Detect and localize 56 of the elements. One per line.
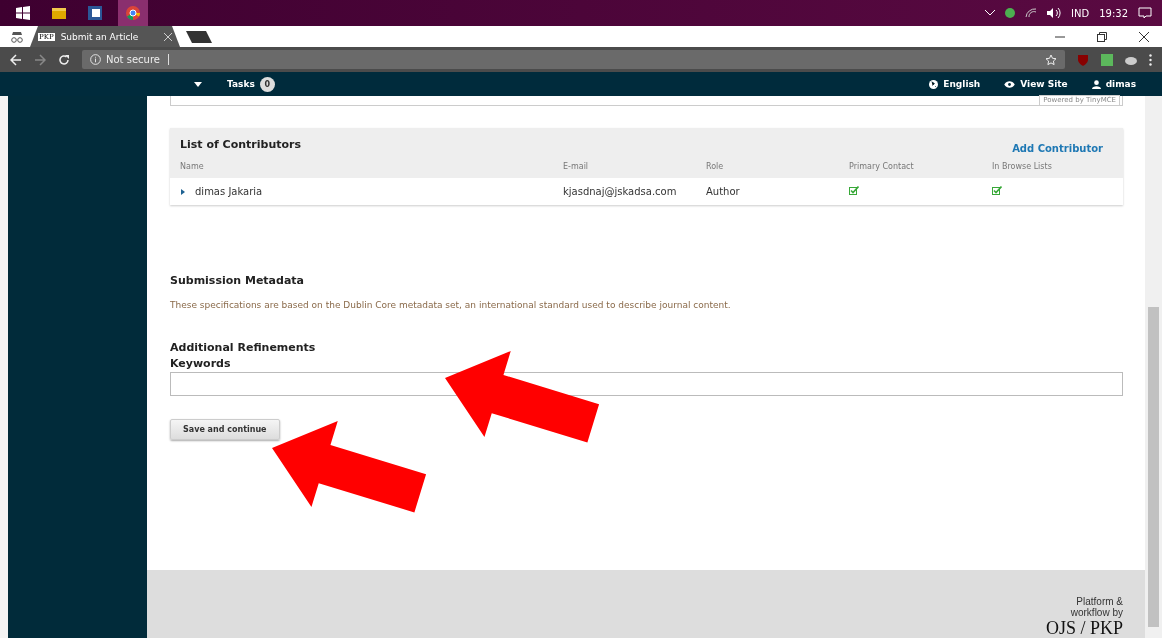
new-tab-button[interactable] <box>186 30 212 43</box>
checkbox-icon[interactable] <box>992 186 1002 195</box>
wifi-icon[interactable] <box>1025 8 1038 18</box>
section-title: Additional Refinements <box>170 341 316 354</box>
table-cell: dimas Jakaria <box>195 186 263 197</box>
column-header: Role <box>706 161 725 171</box>
status-icon[interactable] <box>1005 8 1016 18</box>
column-header: E-mail <box>563 161 590 171</box>
add-contributor-link[interactable]: Add Contributor <box>1012 143 1103 154</box>
incognito-icon <box>10 30 24 43</box>
clock[interactable]: 19:32 <box>1099 7 1128 19</box>
reload-icon[interactable] <box>58 53 70 66</box>
footer-text: workflow by <box>1070 607 1123 618</box>
column-header: In Browse Lists <box>992 161 1053 171</box>
menu-icon[interactable] <box>1149 53 1152 66</box>
info-icon <box>90 54 101 65</box>
address-field[interactable]: Not secure <box>82 50 1065 69</box>
language-indicator[interactable]: IND <box>1071 7 1090 19</box>
start-icon[interactable] <box>16 6 30 20</box>
tasks-count: 0 <box>259 76 275 92</box>
language-link[interactable]: English <box>943 79 981 89</box>
close-icon[interactable] <box>1139 31 1149 42</box>
star-icon[interactable] <box>1045 53 1057 66</box>
keywords-field[interactable] <box>170 372 1123 396</box>
footer-logo: OJS / PKP <box>1045 618 1123 638</box>
folder-icon[interactable] <box>52 7 66 19</box>
column-header: Primary Contact <box>849 161 915 171</box>
checkbox-icon[interactable] <box>849 186 859 195</box>
section-title: Submission Metadata <box>170 274 304 287</box>
footer-text: Platform & <box>1076 596 1123 607</box>
speaker-icon[interactable] <box>1047 8 1062 18</box>
globe-icon <box>929 79 939 89</box>
dropdown-icon[interactable] <box>194 81 202 87</box>
scrollbar[interactable] <box>1145 96 1162 638</box>
column-header: Name <box>180 161 205 171</box>
section-description: These specifications are based on the Dublin Core metadata set, an international standard used to describe journal content. <box>170 300 731 310</box>
expand-icon[interactable] <box>180 188 186 195</box>
extension-icon[interactable] <box>1101 53 1113 66</box>
panel-title: List of Contributors <box>180 138 301 151</box>
view-site-link[interactable]: View Site <box>1020 79 1068 89</box>
table-cell-text: Author <box>706 186 741 197</box>
back-icon[interactable] <box>10 53 22 66</box>
user-icon <box>1091 79 1101 89</box>
notifications-icon[interactable] <box>1138 7 1152 19</box>
document-app-icon[interactable] <box>88 6 102 20</box>
restore-icon[interactable] <box>1097 31 1107 42</box>
chevron-icon[interactable] <box>985 10 996 16</box>
tasks-link[interactable]: Tasks <box>227 79 255 89</box>
cloud-icon[interactable] <box>1125 54 1137 65</box>
forward-icon[interactable] <box>34 53 46 66</box>
save-and-continue-button[interactable]: Save and continue <box>170 419 280 440</box>
field-label: Keywords <box>170 357 231 370</box>
table-cell-text: kjasdnaj@jskadsa.com <box>563 186 678 197</box>
eye-icon <box>1004 80 1016 88</box>
browser-icon[interactable] <box>126 6 140 20</box>
user-link[interactable]: dimas <box>1105 79 1136 89</box>
